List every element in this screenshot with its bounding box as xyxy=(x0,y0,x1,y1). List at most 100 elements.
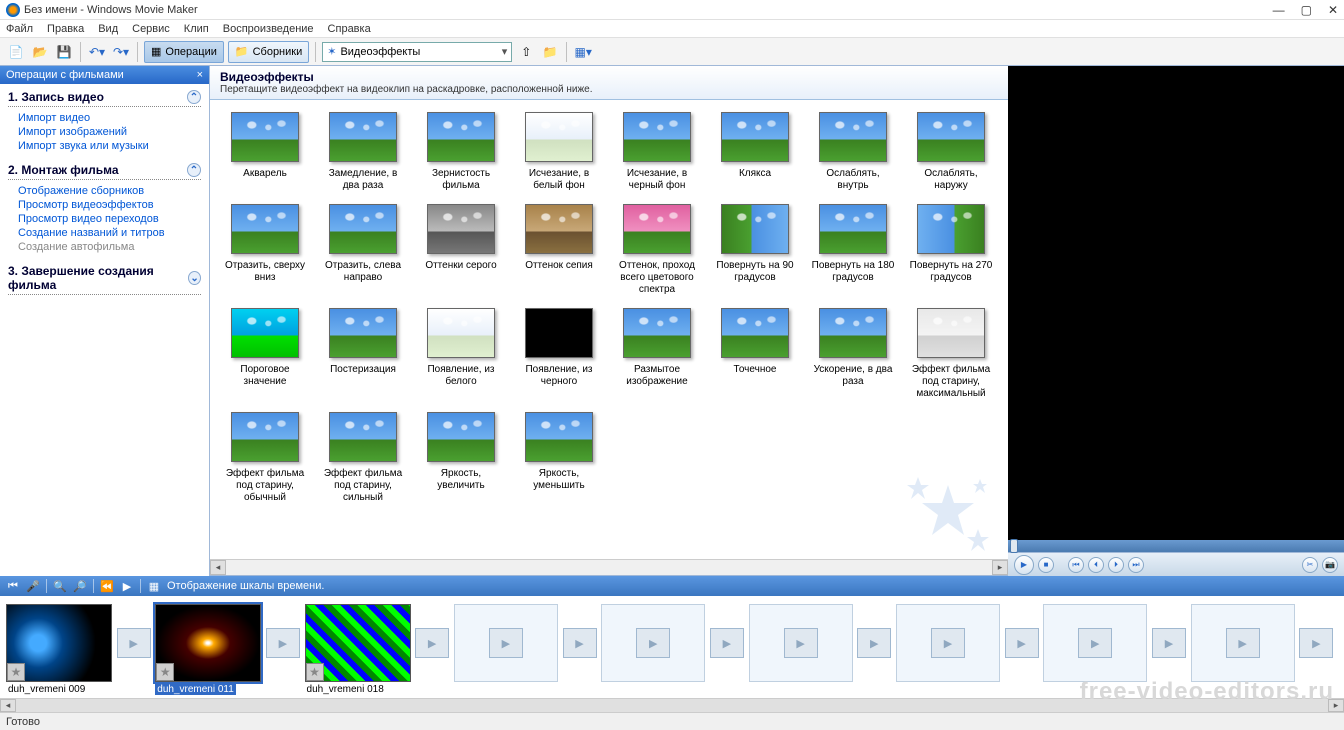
task-import-audio[interactable]: Импорт звука или музыки xyxy=(8,139,201,153)
prev-clip-button[interactable]: ⏮ xyxy=(1068,557,1084,573)
transition-slot[interactable]: ▶ xyxy=(263,604,302,682)
effect-star-icon[interactable]: ★ xyxy=(7,663,25,681)
effect-item[interactable]: Отразить, сверху вниз xyxy=(220,200,310,300)
effect-item[interactable]: Отразить, слева направо xyxy=(318,200,408,300)
clip-thumb[interactable]: ★ xyxy=(305,604,411,682)
scroll-right-icon[interactable]: ▸ xyxy=(1328,699,1344,712)
clip-thumb[interactable]: ★ xyxy=(155,604,261,682)
scroll-left-icon[interactable]: ◂ xyxy=(0,699,16,712)
storyboard-track[interactable]: ★duh_vremeni 009▶★duh_vremeni 011▶★duh_v… xyxy=(0,596,1344,698)
effect-item[interactable]: Оттенок, проход всего цветового спектра xyxy=(612,200,702,300)
menu-tools[interactable]: Сервис xyxy=(132,23,170,35)
play-timeline-button[interactable]: ▶ xyxy=(120,579,134,593)
effect-item[interactable]: Ослаблять, внутрь xyxy=(808,108,898,196)
effect-item[interactable]: Оттенки серого xyxy=(416,200,506,300)
chevron-icon[interactable]: ⌄ xyxy=(188,271,201,285)
storyboard-clip[interactable]: ★duh_vremeni 018 xyxy=(305,604,411,695)
task-pane-close[interactable]: × xyxy=(197,69,203,81)
menu-view[interactable]: Вид xyxy=(98,23,118,35)
menu-clip[interactable]: Клип xyxy=(184,23,209,35)
close-button[interactable]: ✕ xyxy=(1328,3,1338,17)
task-import-images[interactable]: Импорт изображений xyxy=(8,125,201,139)
empty-clip-slot[interactable]: ▶ xyxy=(896,604,1000,682)
transition-slot[interactable]: ▶ xyxy=(413,604,452,682)
task-view-transitions[interactable]: Просмотр видео переходов xyxy=(8,212,201,226)
play-button[interactable]: ▶ xyxy=(1014,555,1034,575)
up-level-button[interactable]: ⇧ xyxy=(516,42,536,62)
transition-slot[interactable]: ▶ xyxy=(855,604,894,682)
effect-item[interactable]: Эффект фильма под старину, максимальный xyxy=(906,304,996,404)
storyboard-clip[interactable]: ★duh_vremeni 009 xyxy=(6,604,112,695)
effect-item[interactable]: Яркость, увеличить xyxy=(416,408,506,508)
empty-clip-slot[interactable]: ▶ xyxy=(601,604,705,682)
chevron-icon[interactable]: ⌃ xyxy=(187,90,201,104)
chevron-icon[interactable]: ⌃ xyxy=(187,163,201,177)
effect-item[interactable]: Клякса xyxy=(710,108,800,196)
h-scrollbar[interactable]: ◂ ▸ xyxy=(210,559,1008,575)
task-import-video[interactable]: Импорт видео xyxy=(8,111,201,125)
collection-combo[interactable]: ✶ Видеоэффекты ▾ xyxy=(322,42,512,62)
new-project-button[interactable]: 📄 xyxy=(6,42,26,62)
new-folder-button[interactable]: 📁 xyxy=(540,42,560,62)
effect-item[interactable]: Исчезание, в черный фон xyxy=(612,108,702,196)
effect-item[interactable]: Исчезание, в белый фон xyxy=(514,108,604,196)
task-automovie[interactable]: Создание автофильма xyxy=(8,240,201,254)
effect-item[interactable]: Повернуть на 90 градусов xyxy=(710,200,800,300)
narrate-button[interactable]: 🎤 xyxy=(26,579,40,593)
empty-clip-slot[interactable]: ▶ xyxy=(749,604,853,682)
effect-star-icon[interactable]: ★ xyxy=(156,663,174,681)
task-make-titles[interactable]: Создание названий и титров xyxy=(8,226,201,240)
timeline-view-label[interactable]: Отображение шкалы времени. xyxy=(167,580,324,592)
effect-item[interactable]: Ускорение, в два раза xyxy=(808,304,898,404)
task-view-effects[interactable]: Просмотр видеоэффектов xyxy=(8,198,201,212)
effect-item[interactable]: Точечное xyxy=(710,304,800,404)
effect-item[interactable]: Появление, из черного xyxy=(514,304,604,404)
effect-item[interactable]: Повернуть на 180 градусов xyxy=(808,200,898,300)
menu-playback[interactable]: Воспроизведение xyxy=(223,23,314,35)
snapshot-button[interactable]: 📷 xyxy=(1322,557,1338,573)
scroll-right-icon[interactable]: ▸ xyxy=(992,560,1008,575)
menu-help[interactable]: Справка xyxy=(328,23,371,35)
collections-toggle[interactable]: 📁 Сборники xyxy=(228,41,309,63)
step-back-button[interactable]: ⏴ xyxy=(1088,557,1104,573)
scroll-left-icon[interactable]: ◂ xyxy=(210,560,226,575)
effect-item[interactable]: Яркость, уменьшить xyxy=(514,408,604,508)
rewind-button[interactable]: ⏪ xyxy=(100,579,114,593)
split-button[interactable]: ✂ xyxy=(1302,557,1318,573)
menu-edit[interactable]: Правка xyxy=(47,23,84,35)
effect-item[interactable]: Постеризация xyxy=(318,304,408,404)
open-button[interactable]: 📂 xyxy=(30,42,50,62)
next-clip-button[interactable]: ⏭ xyxy=(1128,557,1144,573)
effect-item[interactable]: Пороговое значение xyxy=(220,304,310,404)
effect-item[interactable]: Появление, из белого xyxy=(416,304,506,404)
task-section-capture[interactable]: 1. Запись видео ⌃ xyxy=(8,88,201,107)
effect-item[interactable]: Повернуть на 270 градусов xyxy=(906,200,996,300)
storyboard-scrollbar[interactable]: ◂ ▸ xyxy=(0,698,1344,712)
seek-bar[interactable] xyxy=(1008,540,1344,552)
transition-slot[interactable]: ▶ xyxy=(1297,604,1336,682)
minimize-button[interactable]: — xyxy=(1273,3,1285,17)
zoom-in-button[interactable]: 🔍 xyxy=(53,579,67,593)
seek-handle[interactable] xyxy=(1010,539,1018,553)
undo-button[interactable]: ↶▾ xyxy=(87,42,107,62)
effect-item[interactable]: Зернистость фильма xyxy=(416,108,506,196)
effect-item[interactable]: Эффект фильма под старину, обычный xyxy=(220,408,310,508)
storyboard-clip[interactable]: ★duh_vremeni 011 xyxy=(155,604,261,695)
transition-slot[interactable]: ▶ xyxy=(560,604,599,682)
redo-button[interactable]: ↷▾ xyxy=(111,42,131,62)
transition-slot[interactable]: ▶ xyxy=(1149,604,1188,682)
effect-item[interactable]: Размытое изображение xyxy=(612,304,702,404)
effect-item[interactable]: Оттенок сепия xyxy=(514,200,604,300)
empty-clip-slot[interactable]: ▶ xyxy=(454,604,558,682)
stop-button[interactable]: ■ xyxy=(1038,557,1054,573)
transition-slot[interactable]: ▶ xyxy=(707,604,746,682)
menu-file[interactable]: Файл xyxy=(6,23,33,35)
transition-slot[interactable]: ▶ xyxy=(114,604,153,682)
operations-toggle[interactable]: ▦ Операции xyxy=(144,41,224,63)
view-mode-button[interactable]: ▦▾ xyxy=(573,42,593,62)
step-fwd-button[interactable]: ⏵ xyxy=(1108,557,1124,573)
clip-thumb[interactable]: ★ xyxy=(6,604,112,682)
effect-item[interactable]: Акварель xyxy=(220,108,310,196)
save-button[interactable]: 💾 xyxy=(54,42,74,62)
task-section-edit[interactable]: 2. Монтаж фильма ⌃ xyxy=(8,161,201,180)
